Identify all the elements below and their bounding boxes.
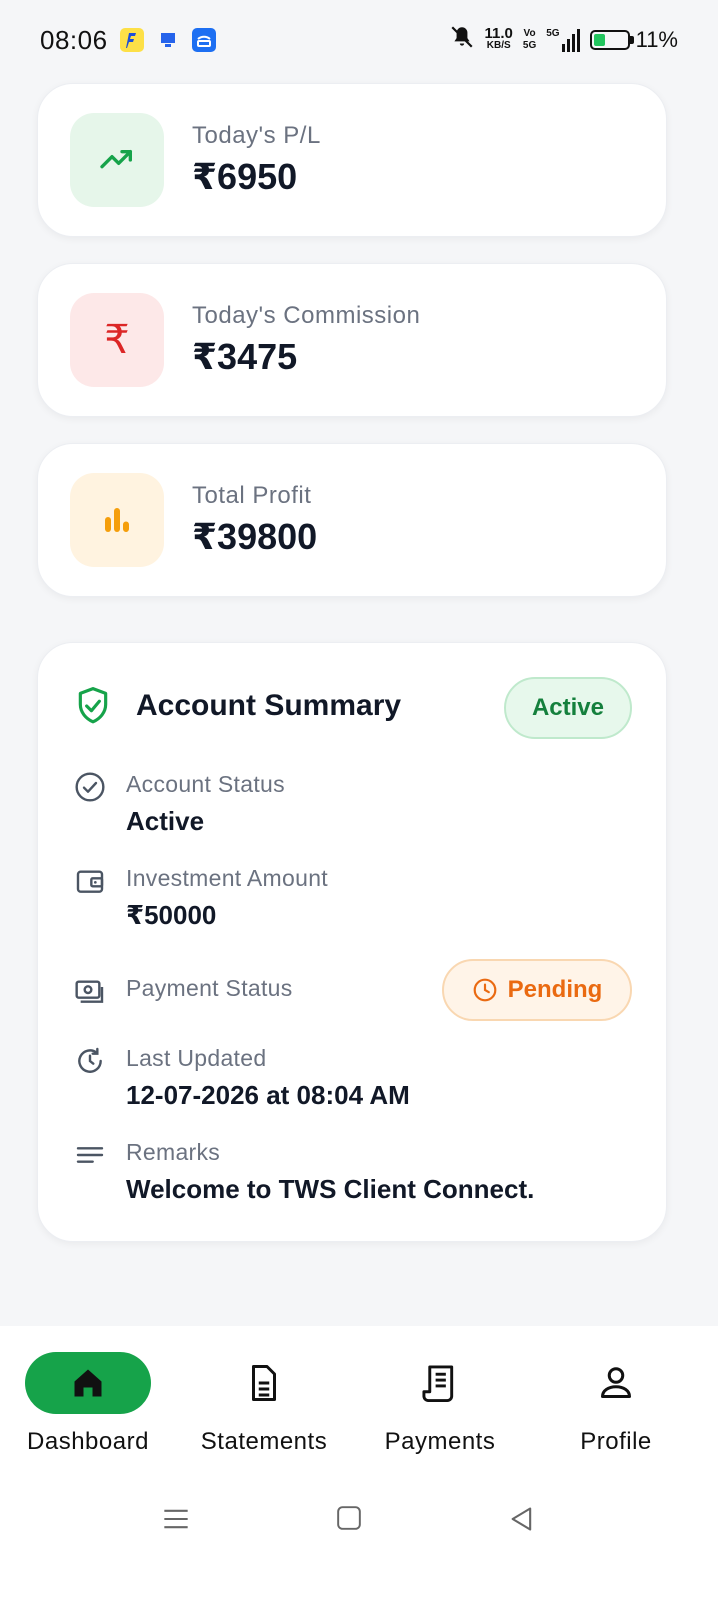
investment-row: Investment Amount ₹50000 [74,865,328,931]
user-icon [601,1367,631,1398]
pending-label: Pending [507,976,603,1003]
last-updated-row: Last Updated 12-07-2026 at 08:04 AM [74,1045,410,1111]
status-left: 08:06 [40,25,216,56]
remarks-label: Remarks [126,1139,221,1165]
trend-up-icon [100,150,132,169]
stat-card-pl: Today's P/L ₹6950 [37,83,667,237]
account-status-value: Active [126,806,205,836]
stat-value: ₹39800 [192,516,318,557]
stat-icon-box: ₹ [70,293,164,387]
stat-label: Today's Commission [192,302,421,329]
nav-label: Dashboard [27,1428,149,1455]
remarks-value: Welcome to TWS Client Connect. [126,1174,535,1204]
nav-payments[interactable]: Payments [365,1352,515,1456]
nav-dashboard[interactable]: Dashboard [13,1352,163,1456]
network-speed: 11.0 KB/S [484,25,513,51]
home-icon [74,1369,102,1397]
stat-icon-box [70,113,164,207]
rupee-icon: ₹ [104,317,130,363]
stat-value: ₹6950 [192,156,298,197]
payment-status-row: Payment Status [74,975,293,1007]
investment-value: ₹50000 [126,900,217,930]
nav-label: Statements [200,1428,328,1455]
flipkart-notification-icon [119,28,144,52]
last-updated-label: Last Updated [126,1045,267,1071]
account-summary-card: Account Summary Active Account Status Ac… [37,642,667,1242]
pending-badge: Pending [442,959,632,1021]
last-updated-value: 12-07-2026 at 08:04 AM [126,1080,410,1110]
nav-label: Payments [384,1428,496,1455]
remarks-row: Remarks Welcome to TWS Client Connect. [74,1139,534,1205]
status-bar: 08:06 11.0 KB/S Vo 5G 5G 11% [0,0,718,80]
clock-icon [473,978,497,1002]
stat-card-total-profit: Total Profit ₹39800 [37,443,667,597]
clock: 08:06 [40,24,108,55]
account-status-label: Account Status [126,771,285,797]
shield-check-icon [78,686,108,724]
battery-percent: 11% [635,27,678,52]
battery-indicator: 11% [589,27,678,53]
bar-chart-icon [105,508,129,532]
receipt-icon [422,1365,454,1402]
investment-label: Investment Amount [126,865,328,891]
volte-indicator: Vo 5G [522,28,537,51]
status-right: 11.0 KB/S Vo 5G 5G 11% [449,24,678,56]
stat-label: Today's P/L [192,122,321,149]
account-status-row: Account Status Active [74,771,285,837]
stat-card-commission: ₹ Today's Commission ₹3475 [37,263,667,417]
stat-value: ₹3475 [192,336,298,377]
nav-profile[interactable]: Profile [541,1352,691,1456]
signal-icon: 5G [546,28,580,52]
nav-label: Profile [580,1428,652,1455]
stat-icon-box [70,473,164,567]
notes-lines-icon [76,1147,104,1163]
stat-label: Total Profit [192,482,312,509]
payment-status-label: Payment Status [126,975,293,1001]
summary-title: Account Summary [136,689,402,722]
mute-icon [449,24,475,56]
wallet-icon [76,870,104,893]
system-navigation [0,1505,718,1545]
nav-statements[interactable]: Statements [189,1352,339,1456]
history-icon [78,1047,102,1073]
back-icon[interactable] [508,1505,536,1533]
battery-icon [589,30,634,50]
app-notification-icon [156,28,180,52]
check-circle-icon [75,772,105,802]
bottom-navigation: Dashboard Statements Payments Profile [0,1326,718,1599]
router-notification-icon [191,28,216,52]
cash-icon [75,980,104,1003]
home-square-icon[interactable] [336,1505,362,1531]
menu-icon[interactable] [162,1505,190,1533]
document-icon [252,1365,276,1401]
active-badge: Active [504,677,632,739]
